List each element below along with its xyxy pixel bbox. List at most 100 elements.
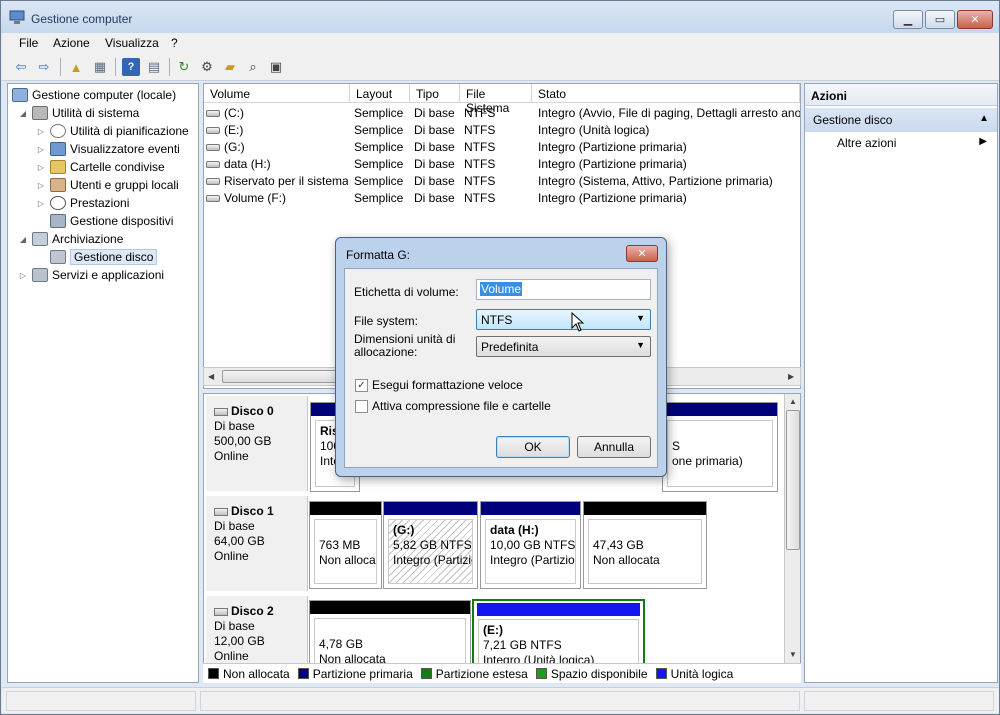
tree-device-manager[interactable]: Gestione dispositivi [50,212,173,230]
more-actions-item[interactable]: Altre azioni ▶ [837,136,993,150]
allocation-size-select[interactable]: Predefinita ▼ [476,336,651,357]
table-row[interactable]: data (H:) Semplice Di base NTFS Integro … [204,155,800,172]
menu-file[interactable]: File [19,36,38,50]
tree-storage[interactable]: ◢ Archiviazione [18,230,123,248]
help-icon[interactable]: ? [122,58,140,76]
legend-unallocated: Non allocata [208,667,290,681]
menu-help[interactable]: ? [171,36,178,50]
file-system-select[interactable]: NTFS ▼ [476,309,651,330]
column-header-status[interactable]: Stato [532,84,800,103]
menu-action[interactable]: Azione [53,36,90,50]
column-header-type[interactable]: Tipo [410,84,460,103]
allocation-size-caption: Dimensioni unità di allocazione: [354,332,456,359]
compression-checkbox[interactable]: Attiva compressione file e cartelle [355,399,551,413]
partition-legend: Non allocata Partizione primaria Partizi… [203,663,801,683]
maximize-button[interactable]: ▭ [925,10,955,29]
shared-folder-icon [50,160,66,174]
properties-icon[interactable]: ▣ [267,58,285,76]
drive-icon [206,110,220,118]
tree-services[interactable]: ▷ Servizi e applicazioni [18,266,164,284]
computer-management-icon [9,10,25,24]
submenu-arrow-icon: ▶ [979,136,987,147]
disk-1-unallocated-1[interactable]: 763 MB Non allocata [309,501,382,589]
disk-1-unallocated-2[interactable]: 47,43 GB Non allocata [583,501,707,589]
expand-arrow-icon[interactable]: ▷ [36,127,46,136]
disk-0-partition-c[interactable]: S one primaria) [662,402,778,492]
scroll-right-icon[interactable]: ▶ [788,372,794,381]
table-row[interactable]: (C:) Semplice Di base NTFS Integro (Avvi… [204,104,800,121]
column-header-filesystem[interactable]: File Sistema [460,84,532,115]
file-system-caption: File system: [354,314,419,328]
tree-shared-folders[interactable]: ▷ Cartelle condivise [36,158,165,176]
table-row[interactable]: (E:) Semplice Di base NTFS Integro (Unit… [204,121,800,138]
disk-1-partition-h[interactable]: data (H:) 10,00 GB NTFS Integro (Partizi… [480,501,581,589]
drive-icon [206,161,220,169]
actions-header: Azioni [805,84,997,106]
collapse-arrow-icon[interactable]: ◢ [18,235,28,244]
title-bar: Gestione computer ▁ ▭ ✕ [1,1,999,33]
open-folder-icon[interactable]: ▰ [221,58,239,76]
show-hide-actions-icon[interactable]: ▤ [145,58,163,76]
scroll-left-icon[interactable]: ◀ [208,372,214,381]
refresh-icon[interactable]: ↻ [175,58,193,76]
drive-icon [206,127,220,135]
expand-arrow-icon[interactable]: ▷ [36,199,46,208]
device-manager-icon [50,214,66,228]
empty-checkbox-icon[interactable] [355,399,368,413]
disk-icon [214,407,228,416]
disk-1-label[interactable]: Disco 1 Di base 64,00 GB Online [206,496,308,591]
scroll-down-icon[interactable]: ▼ [789,650,797,659]
drive-icon [206,178,220,186]
volume-label-input[interactable]: Volume [476,279,651,300]
disk-map-vertical-scrollbar[interactable]: ▲ ▼ [784,394,800,682]
cancel-button[interactable]: Annulla [577,436,651,458]
menu-view[interactable]: Visualizza [105,36,159,50]
settings-icon[interactable]: ⚙ [198,58,216,76]
tree-root[interactable]: Gestione computer (locale) [12,86,176,104]
computer-management-window: Gestione computer ▁ ▭ ✕ File Azione Visu… [0,0,1000,715]
table-row[interactable]: (G:) Semplice Di base NTFS Integro (Part… [204,138,800,155]
tree-local-users[interactable]: ▷ Utenti e gruppi locali [36,176,179,194]
column-header-volume[interactable]: Volume [204,84,350,103]
expand-arrow-icon[interactable]: ▷ [18,271,28,280]
disk-1-partition-g[interactable]: (G:) 5,82 GB NTFS Integro (Partizio [383,501,478,589]
tree-event-viewer[interactable]: ▷ Visualizzatore eventi [36,140,180,158]
tree-task-scheduler[interactable]: ▷ Utilità di pianificazione [36,122,189,140]
services-icon [32,268,48,282]
scrollbar-thumb[interactable] [786,410,800,550]
actions-pane: Azioni Gestione disco ▲ Altre azioni ▶ [804,83,998,683]
minimize-button[interactable]: ▁ [893,10,923,29]
dialog-close-button[interactable]: ✕ [626,245,658,262]
disk-0-label[interactable]: Disco 0 Di base 500,00 GB Online [206,396,308,491]
disk-icon [214,607,228,616]
up-folder-icon[interactable]: ▲ [67,58,85,76]
legend-free-space: Spazio disponibile [535,667,648,681]
format-dialog: Formatta G: ✕ Etichetta di volume: Volum… [335,237,667,477]
actions-section-disk-management[interactable]: Gestione disco ▲ [805,108,997,132]
ok-button[interactable]: OK [496,436,570,458]
forward-arrow-icon[interactable]: ⇨ [35,58,53,76]
column-header-layout[interactable]: Layout [350,84,410,103]
scroll-up-icon[interactable]: ▲ [789,397,797,406]
back-arrow-icon[interactable]: ⇦ [12,58,30,76]
close-button[interactable]: ✕ [957,10,993,29]
tree-system-tools[interactable]: ◢ Utilità di sistema [18,104,139,122]
volume-label-caption: Etichetta di volume: [354,285,459,299]
table-row[interactable]: Riservato per il sistema Semplice Di bas… [204,172,800,189]
table-row[interactable]: Volume (F:) Semplice Di base NTFS Integr… [204,189,800,206]
expand-arrow-icon[interactable]: ▷ [36,181,46,190]
clock-icon [50,124,66,138]
tree-performance[interactable]: ▷ Prestazioni [36,194,129,212]
mouse-cursor-icon [571,312,585,332]
tree-disk-management[interactable]: Gestione disco [50,248,158,266]
legend-logical-drive: Unità logica [655,667,733,681]
quick-format-checkbox[interactable]: ✓ Esegui formattazione veloce [355,378,523,392]
checkmark-icon[interactable]: ✓ [355,378,368,392]
collapse-up-icon[interactable]: ▲ [979,113,989,124]
collapse-arrow-icon[interactable]: ◢ [18,109,28,118]
users-icon [50,178,66,192]
expand-arrow-icon[interactable]: ▷ [36,163,46,172]
expand-arrow-icon[interactable]: ▷ [36,145,46,154]
show-hide-tree-icon[interactable]: ▦ [91,58,109,76]
search-icon[interactable]: ⌕ [244,58,262,76]
